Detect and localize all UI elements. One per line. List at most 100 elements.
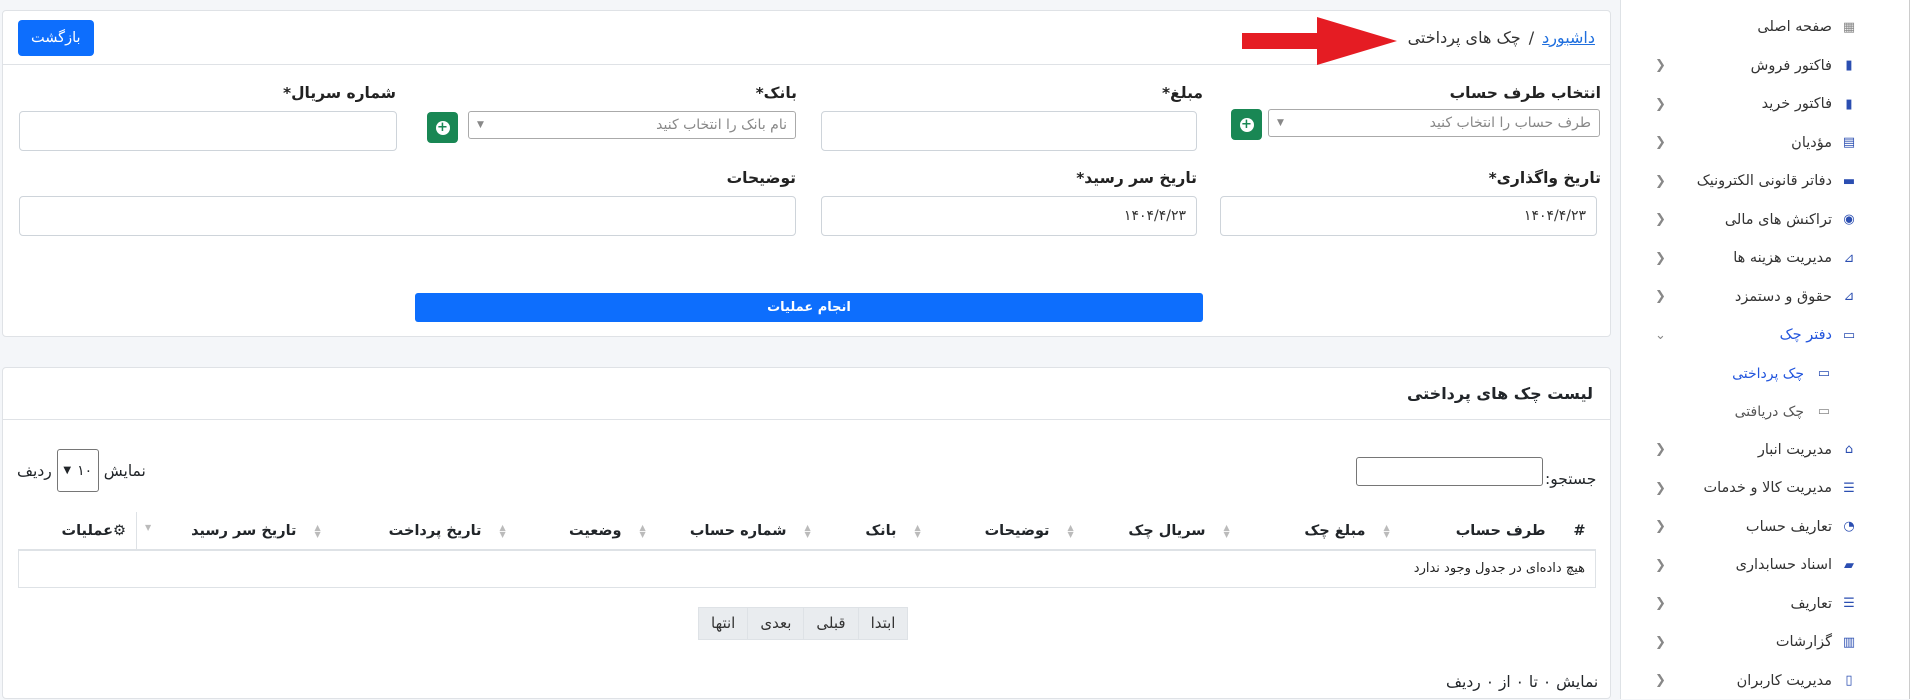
user-file-icon: ▯ <box>1840 673 1858 689</box>
line-chart-icon: ⊿ <box>1840 289 1858 305</box>
sidebar-item-expenses[interactable]: ⊿ مدیریت هزینه ها ❮ <box>1621 239 1910 278</box>
due-date-input[interactable]: ۱۴۰۴/۴/۲۳ <box>821 196 1197 236</box>
coins-icon: ◉ <box>1840 212 1858 228</box>
sidebar-item-products[interactable]: ☰ مدیریت کالا و خدمات ❮ <box>1621 469 1910 508</box>
chevron-down-icon: ⌄ <box>1655 328 1666 343</box>
page-length-select[interactable]: ▼ ۱۰ <box>57 449 99 492</box>
pager-next[interactable]: بعدی <box>747 608 803 639</box>
sidebar-item-label: مدیریت کاربران <box>1737 673 1832 689</box>
chevron-down-icon: ▼ <box>63 465 71 476</box>
add-bank-button[interactable]: + <box>427 112 458 143</box>
description-input[interactable] <box>19 196 796 236</box>
sidebar-item-label: تعاریف حساب <box>1746 519 1832 535</box>
pager-first[interactable]: ابتدا <box>858 608 908 639</box>
sidebar-item-reports[interactable]: ▥ گزارشات ❮ <box>1621 623 1910 662</box>
sidebar-item-e-ledgers[interactable]: ▬ دفاتر قانونی الکترونیک ❮ <box>1621 162 1910 201</box>
table-info: نمایش ۰ تا ۰ از ۰ ردیف <box>1446 673 1598 691</box>
sidebar-item-purchase-invoice[interactable]: ▮ فاکتور خرید ❮ <box>1621 85 1910 124</box>
sidebar-item-label: مدیریت انبار <box>1758 442 1832 458</box>
submit-button[interactable]: انجام عملیات <box>415 293 1203 322</box>
column-header[interactable]: سریال چک▲▼ <box>1060 512 1216 550</box>
sidebar-item-transactions[interactable]: ◉ تراکنش های مالی ❮ <box>1621 201 1910 240</box>
amount-label: مبلغ* <box>1003 84 1203 102</box>
list-title: لیست چک های پرداختی <box>3 368 1610 420</box>
pagination: ابتدا قبلی بعدی انتها <box>698 607 908 640</box>
back-button[interactable]: بازگشت <box>18 20 94 56</box>
bank-placeholder: نام بانک را انتخاب کنید <box>656 117 787 133</box>
red-arrow-annotation <box>1242 17 1397 65</box>
column-header[interactable]: # <box>1556 512 1596 550</box>
sidebar-item-home[interactable]: ▦ صفحه اصلی <box>1621 8 1910 47</box>
money-bill-icon: ▭ <box>1812 404 1830 419</box>
chevron-left-icon: ❮ <box>1655 673 1666 688</box>
sidebar-item-label: تعاریف <box>1791 596 1833 612</box>
bar-chart-icon: ▥ <box>1840 634 1858 650</box>
chevron-left-icon: ❮ <box>1655 251 1666 266</box>
breadcrumb: داشبورد / چک های پرداختی <box>1408 28 1595 47</box>
due-date-value: ۱۴۰۴/۴/۲۳ <box>1124 208 1186 224</box>
pager-last[interactable]: انتها <box>699 608 747 639</box>
sidebar-item-payroll[interactable]: ⊿ حقوق و دستمزد ❮ <box>1621 278 1910 317</box>
bank-label: بانک* <box>603 84 797 102</box>
sidebar-item-taxpayers[interactable]: ▤ مؤدیان ❮ <box>1621 124 1910 163</box>
column-header: ⚙عملیات <box>19 512 137 550</box>
column-header[interactable]: تاریخ سر رسید▼ <box>137 512 307 550</box>
add-account-button[interactable]: + <box>1231 109 1262 140</box>
money-bill-icon: ▭ <box>1812 366 1830 381</box>
breadcrumb-separator: / <box>1529 28 1534 47</box>
sidebar-item-warehouse[interactable]: ⌂ مدیریت انبار ❮ <box>1621 431 1910 470</box>
chevron-down-icon: ▼ <box>1277 118 1284 128</box>
table-row: هیچ داده‌ای در جدول وجود ندارد <box>19 550 1596 587</box>
sidebar-subitem-label: چک پرداختی <box>1732 366 1804 382</box>
book-icon: ▬ <box>1840 173 1858 189</box>
assign-date-label: تاریخ واگذاری* <box>1403 169 1601 187</box>
amount-input[interactable] <box>821 111 1197 151</box>
chevron-left-icon: ❮ <box>1655 481 1666 496</box>
chevron-down-icon: ▼ <box>477 120 484 130</box>
sidebar-item-sales-invoice[interactable]: ▮ فاکتور فروش ❮ <box>1621 47 1910 86</box>
sidebar-item-definitions[interactable]: ☰ تعاریف ❮ <box>1621 585 1910 624</box>
column-header[interactable]: وضعیت▲▼ <box>492 512 632 550</box>
column-header[interactable]: تاریخ پرداخت▲▼ <box>307 512 492 550</box>
search-input[interactable] <box>1356 457 1543 486</box>
assign-date-value: ۱۴۰۴/۴/۲۳ <box>1524 208 1586 224</box>
sidebar-item-users[interactable]: ▯ مدیریت کاربران ❮ <box>1621 662 1910 700</box>
serial-input[interactable] <box>19 111 397 151</box>
sidebar-item-label: دفاتر قانونی الکترونیک <box>1697 173 1832 189</box>
chevron-left-icon: ❮ <box>1655 442 1666 457</box>
bank-select[interactable]: نام بانک را انتخاب کنید ▼ <box>468 111 796 139</box>
column-header[interactable]: مبلغ چک▲▼ <box>1216 512 1376 550</box>
sidebar-item-account-definitions[interactable]: ◔ تعاریف حساب ❮ <box>1621 508 1910 547</box>
sidebar-subitem-received-checks[interactable]: ▭ چک دریافتی <box>1621 393 1910 431</box>
empty-table-message: هیچ داده‌ای در جدول وجود ندارد <box>19 550 1596 587</box>
sidebar-item-label: مدیریت هزینه ها <box>1733 250 1832 266</box>
chevron-left-icon: ❮ <box>1655 212 1666 227</box>
chevron-left-icon: ❮ <box>1655 635 1666 650</box>
sort-icon: ▲▼ <box>805 524 811 538</box>
sidebar-subitem-payment-checks[interactable]: ▭ چک پرداختی <box>1621 355 1910 393</box>
plus-icon: + <box>1240 118 1254 132</box>
chevron-left-icon: ❮ <box>1655 289 1666 304</box>
rows-label: ردیف <box>17 462 52 480</box>
pager-previous[interactable]: قبلی <box>803 608 857 639</box>
checks-table: # طرف حساب▲▼ مبلغ چک▲▼ سریال چک▲▼ توضیحا… <box>18 512 1596 588</box>
grid-icon: ▦ <box>1840 19 1858 35</box>
chevron-left-icon: ❮ <box>1655 519 1666 534</box>
sidebar-item-label: صفحه اصلی <box>1757 19 1832 35</box>
main-content: داشبورد / چک های پرداختی بازگشت انتخاب ط… <box>0 0 1612 699</box>
sort-icon: ▲▼ <box>315 524 321 538</box>
column-header[interactable]: طرف حساب▲▼ <box>1376 512 1556 550</box>
sidebar-item-checkbook[interactable]: ▭ دفتر چک ⌄ <box>1621 316 1910 355</box>
sidebar-item-accounting-docs[interactable]: ▰ اسناد حسابداری ❮ <box>1621 546 1910 585</box>
line-chart-icon: ⊿ <box>1840 250 1858 266</box>
account-select[interactable]: طرف حساب را انتخاب کنید ▼ <box>1268 109 1600 137</box>
sort-icon: ▲▼ <box>915 524 921 538</box>
sidebar-item-label: فاکتور خرید <box>1762 96 1832 112</box>
pie-chart-icon: ◔ <box>1840 519 1858 535</box>
breadcrumb-dashboard-link[interactable]: داشبورد <box>1542 28 1595 47</box>
column-header[interactable]: توضیحات▲▼ <box>907 512 1060 550</box>
assign-date-input[interactable]: ۱۴۰۴/۴/۲۳ <box>1220 196 1597 236</box>
column-header[interactable]: بانک▲▼ <box>797 512 907 550</box>
column-header[interactable]: شماره حساب▲▼ <box>632 512 797 550</box>
warehouse-icon: ⌂ <box>1840 442 1858 458</box>
